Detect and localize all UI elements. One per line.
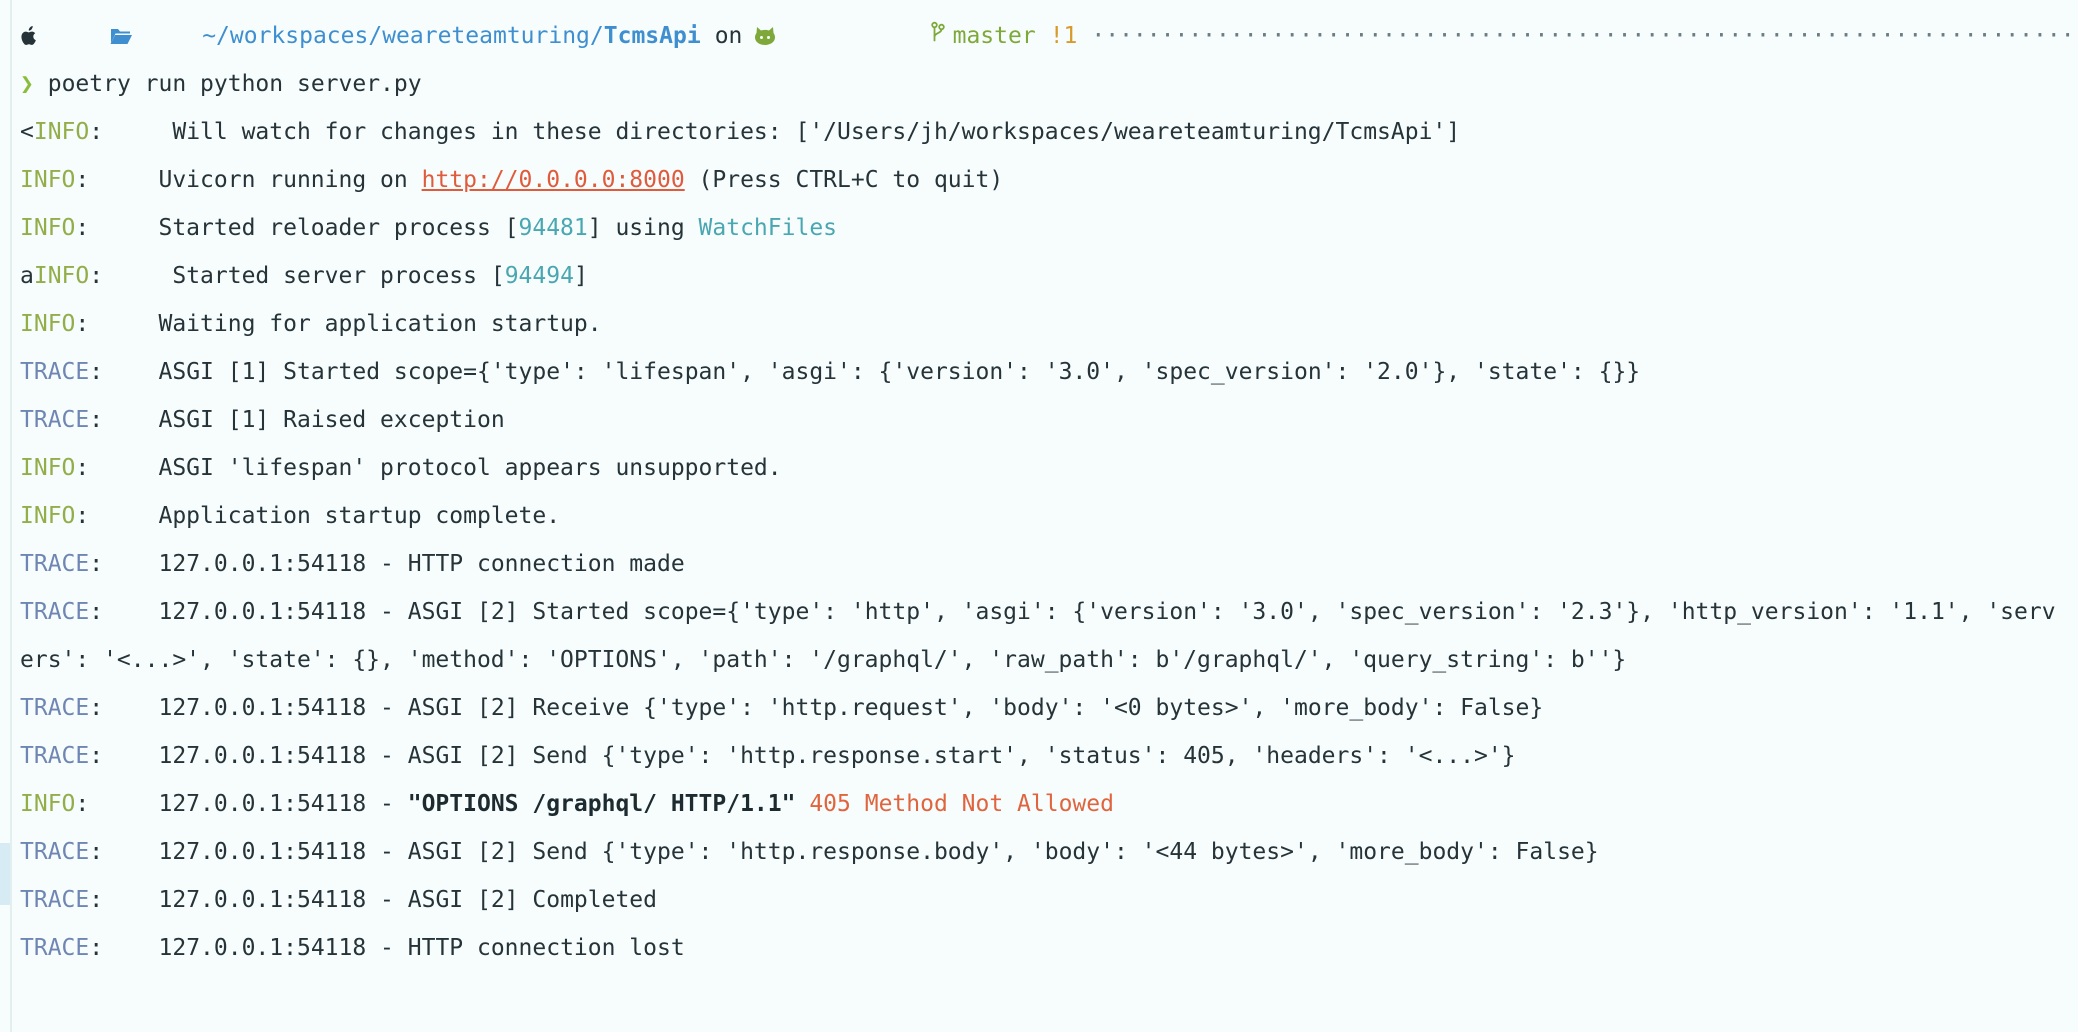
log-line: INFO: Uvicorn running on http://0.0.0.0:… (20, 156, 2078, 204)
log-separator: : (89, 263, 173, 289)
log-separator: : (75, 455, 159, 481)
log-message: 127.0.0.1:54118 - ASGI [2] Completed (158, 887, 658, 913)
log-message: Started reloader process [ (158, 215, 519, 241)
log-line: TRACE: 127.0.0.1:54118 - HTTP connection… (20, 924, 2078, 972)
log-separator: : (75, 503, 159, 529)
git-branch-name: master (952, 23, 1036, 49)
log-message: ] (573, 263, 588, 289)
log-message: ASGI [1] Started scope={'type': 'lifespa… (158, 359, 1641, 385)
log-line: TRACE: ASGI [1] Raised exception (20, 396, 2078, 444)
apple-icon (20, 12, 103, 60)
server-url-link[interactable]: http://0.0.0.0:8000 (422, 167, 685, 193)
process-id: 94494 (504, 263, 574, 289)
log-line: TRACE: 127.0.0.1:54118 - ASGI [2] Send {… (20, 828, 2078, 876)
log-separator: : (75, 167, 159, 193)
log-level: TRACE (20, 359, 90, 385)
log-separator: : (75, 215, 159, 241)
log-message: ASGI [1] Raised exception (158, 407, 505, 433)
prompt-separator: ········································… (1091, 23, 2078, 49)
log-prefix: a (20, 263, 34, 289)
folder-icon (109, 12, 192, 60)
log-message: ] using (587, 215, 699, 241)
log-separator: : (89, 599, 159, 625)
log-line: <INFO: Will watch for changes in these d… (20, 108, 2078, 156)
log-separator: : (89, 551, 159, 577)
log-message: (Press CTRL+C to quit) (684, 167, 1004, 193)
log-line: TRACE: 127.0.0.1:54118 - ASGI [2] Comple… (20, 876, 2078, 924)
git-branch-icon (848, 12, 945, 60)
log-line: aINFO: Started server process [94494] (20, 252, 2078, 300)
log-level: INFO (20, 455, 76, 481)
log-separator: : (89, 935, 159, 961)
log-line: INFO: Waiting for application startup. (20, 300, 2078, 348)
log-level: TRACE (20, 935, 90, 961)
window-left-border (10, 0, 12, 1032)
log-separator: : (75, 791, 159, 817)
log-separator: : (89, 743, 159, 769)
log-level: INFO (20, 791, 76, 817)
command-text: poetry run python server.py (47, 71, 422, 97)
log-line: INFO: Started reloader process [94481] u… (20, 204, 2078, 252)
log-level: TRACE (20, 743, 90, 769)
log-level: TRACE (20, 839, 90, 865)
http-request-line: "OPTIONS /graphql/ HTTP/1.1" (407, 791, 796, 817)
terminal-output[interactable]: ~/workspaces/weareteamturing/TcmsApi on … (20, 12, 2078, 972)
prompt-on-label: on (714, 23, 743, 49)
log-message: 127.0.0.1:54118 - HTTP connection lost (158, 935, 685, 961)
log-line: INFO: ASGI 'lifespan' protocol appears u… (20, 444, 2078, 492)
log-message: 127.0.0.1:54118 - ASGI [2] Send {'type':… (158, 839, 1599, 865)
log-line-continuation: ers': '<...>', 'state': {}, 'method': 'O… (20, 636, 2078, 684)
log-separator: : (89, 695, 159, 721)
scroll-marker (0, 843, 10, 905)
log-level: INFO (20, 215, 76, 241)
log-level: TRACE (20, 551, 90, 577)
log-separator: : (75, 311, 159, 337)
log-line: TRACE: 127.0.0.1:54118 - ASGI [2] Receiv… (20, 684, 2078, 732)
log-separator: : (89, 839, 159, 865)
log-separator: : (89, 407, 159, 433)
log-line: TRACE: 127.0.0.1:54118 - ASGI [2] Starte… (20, 588, 2078, 636)
log-message: Started server process [ (172, 263, 505, 289)
log-line: INFO: Application startup complete. (20, 492, 2078, 540)
process-id: 94481 (518, 215, 588, 241)
prompt-char: ❯ (20, 71, 34, 97)
log-level: INFO (33, 263, 90, 289)
log-message: 127.0.0.1:54118 - (158, 791, 408, 817)
log-separator: : (89, 119, 173, 145)
log-message: 127.0.0.1:54118 - ASGI [2] Started scope… (158, 599, 2056, 625)
log-line: TRACE: 127.0.0.1:54118 - ASGI [2] Send {… (20, 732, 2078, 780)
github-icon (754, 12, 837, 60)
reloader-tool: WatchFiles (698, 215, 838, 241)
log-level: TRACE (20, 599, 90, 625)
log-separator: : (89, 359, 159, 385)
log-message: 127.0.0.1:54118 - ASGI [2] Receive {'typ… (158, 695, 1544, 721)
log-message: ASGI 'lifespan' protocol appears unsuppo… (158, 455, 782, 481)
git-status-indicator: !1 (1049, 23, 1078, 49)
log-message: Uvicorn running on (158, 167, 422, 193)
log-level: INFO (20, 311, 76, 337)
log-message: Waiting for application startup. (158, 311, 602, 337)
log-level: TRACE (20, 887, 90, 913)
log-separator: : (89, 887, 159, 913)
prompt-path-current: TcmsApi (603, 23, 701, 49)
log-message: Will watch for changes in these director… (172, 119, 1461, 145)
prompt-status-line: ~/workspaces/weareteamturing/TcmsApi on … (20, 12, 2078, 60)
log-message: 127.0.0.1:54118 - ASGI [2] Send {'type':… (158, 743, 1516, 769)
log-line: INFO: 127.0.0.1:54118 - "OPTIONS /graphq… (20, 780, 2078, 828)
log-level: INFO (33, 119, 90, 145)
log-line: TRACE: 127.0.0.1:54118 - HTTP connection… (20, 540, 2078, 588)
log-message: Application startup complete. (158, 503, 561, 529)
log-message: ers': '<...>', 'state': {}, 'method': 'O… (20, 647, 1627, 673)
prompt-path-prefix: ~/workspaces/weareteamturing/ (202, 23, 604, 49)
log-level: TRACE (20, 695, 90, 721)
log-level: INFO (20, 167, 76, 193)
log-message: 127.0.0.1:54118 - HTTP connection made (158, 551, 685, 577)
log-level: INFO (20, 503, 76, 529)
http-status-text: 405 Method Not Allowed (809, 791, 1114, 817)
log-prefix: < (20, 119, 34, 145)
log-line: TRACE: ASGI [1] Started scope={'type': '… (20, 348, 2078, 396)
command-line: ❯ poetry run python server.py (20, 60, 2078, 108)
log-level: TRACE (20, 407, 90, 433)
